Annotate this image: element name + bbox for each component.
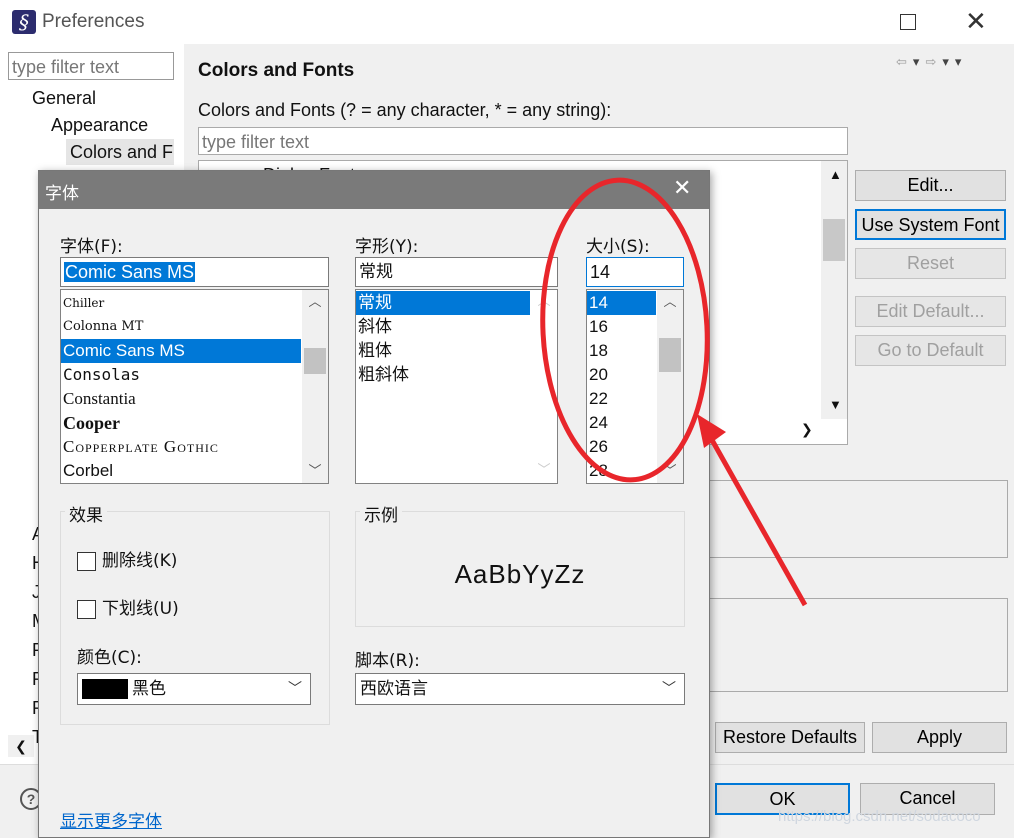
- annotation-overlay: [540, 177, 808, 607]
- annotation-circle: [540, 177, 710, 483]
- annotation-arrow-line: [709, 438, 808, 607]
